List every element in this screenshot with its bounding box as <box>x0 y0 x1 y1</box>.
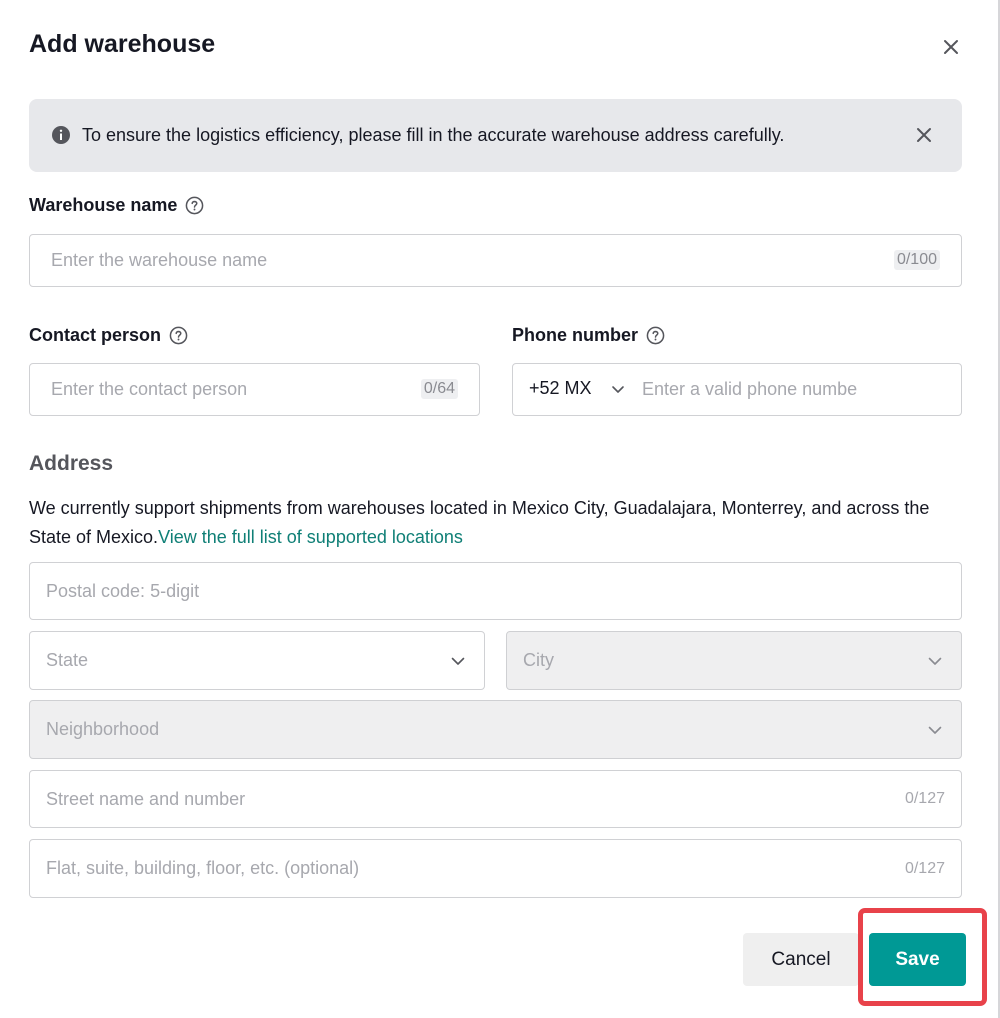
postal-code-placeholder: Postal code: 5-digit <box>46 580 200 601</box>
contact-person-field: 0/64 <box>29 363 480 416</box>
warehouse-name-field: 0/100 <box>29 234 962 287</box>
flat-suite-placeholder: Flat, suite, building, floor, etc. (opti… <box>46 858 360 878</box>
save-button[interactable]: Save <box>869 933 966 986</box>
modal-title: Add warehouse <box>29 30 216 58</box>
chevron-down-icon <box>928 657 942 665</box>
add-warehouse-modal: Add warehouse To ensure the logistics ef… <box>0 0 1000 1018</box>
chevron-down-icon <box>451 657 465 665</box>
city-select: City <box>506 631 962 690</box>
postal-code-field[interactable]: Postal code: 5-digit <box>29 562 962 620</box>
phone-number-label: Phone number <box>512 325 665 346</box>
street-field[interactable]: Street name and number 0/127 <box>29 770 962 828</box>
country-code-select[interactable]: +52 MX <box>529 378 592 399</box>
banner-text: To ensure the logistics efficiency, plea… <box>82 125 785 145</box>
phone-number-field: +52 MX <box>512 363 962 416</box>
neighborhood-placeholder: Neighborhood <box>46 719 160 739</box>
flat-suite-counter: 0/127 <box>904 859 945 877</box>
supported-locations-link[interactable]: View the full list of supported location… <box>158 527 463 547</box>
warehouse-name-counter: 0/100 <box>893 250 940 270</box>
phone-number-input[interactable] <box>621 364 951 415</box>
contact-person-input[interactable] <box>30 364 479 415</box>
state-select[interactable]: State <box>29 631 485 690</box>
neighborhood-select: Neighborhood <box>29 700 962 759</box>
flat-suite-field[interactable]: Flat, suite, building, floor, etc. (opti… <box>29 839 962 898</box>
chevron-down-icon <box>928 726 942 734</box>
info-banner: To ensure the logistics efficiency, plea… <box>29 99 962 172</box>
warehouse-name-input[interactable] <box>30 235 961 286</box>
contact-person-label-text: Contact person <box>29 325 162 345</box>
info-icon <box>52 126 70 144</box>
warehouse-name-label: Warehouse name <box>29 195 204 216</box>
banner-close-icon[interactable] <box>914 125 934 145</box>
contact-person-counter: 0/64 <box>420 379 458 399</box>
warehouse-name-label-text: Warehouse name <box>29 195 178 215</box>
street-placeholder: Street name and number <box>46 788 246 809</box>
phone-number-label-text: Phone number <box>512 325 639 345</box>
close-icon[interactable] <box>940 36 962 58</box>
state-placeholder: State <box>46 650 89 670</box>
cancel-button[interactable]: Cancel <box>743 933 859 986</box>
help-circle-icon[interactable] <box>646 326 665 345</box>
help-circle-icon[interactable] <box>169 326 188 345</box>
contact-person-label: Contact person <box>29 325 188 346</box>
help-circle-icon[interactable] <box>185 196 204 215</box>
city-placeholder: City <box>523 650 554 670</box>
street-counter: 0/127 <box>904 790 945 807</box>
address-section-title: Address <box>29 452 114 475</box>
address-description: We currently support shipments from ware… <box>29 494 969 552</box>
